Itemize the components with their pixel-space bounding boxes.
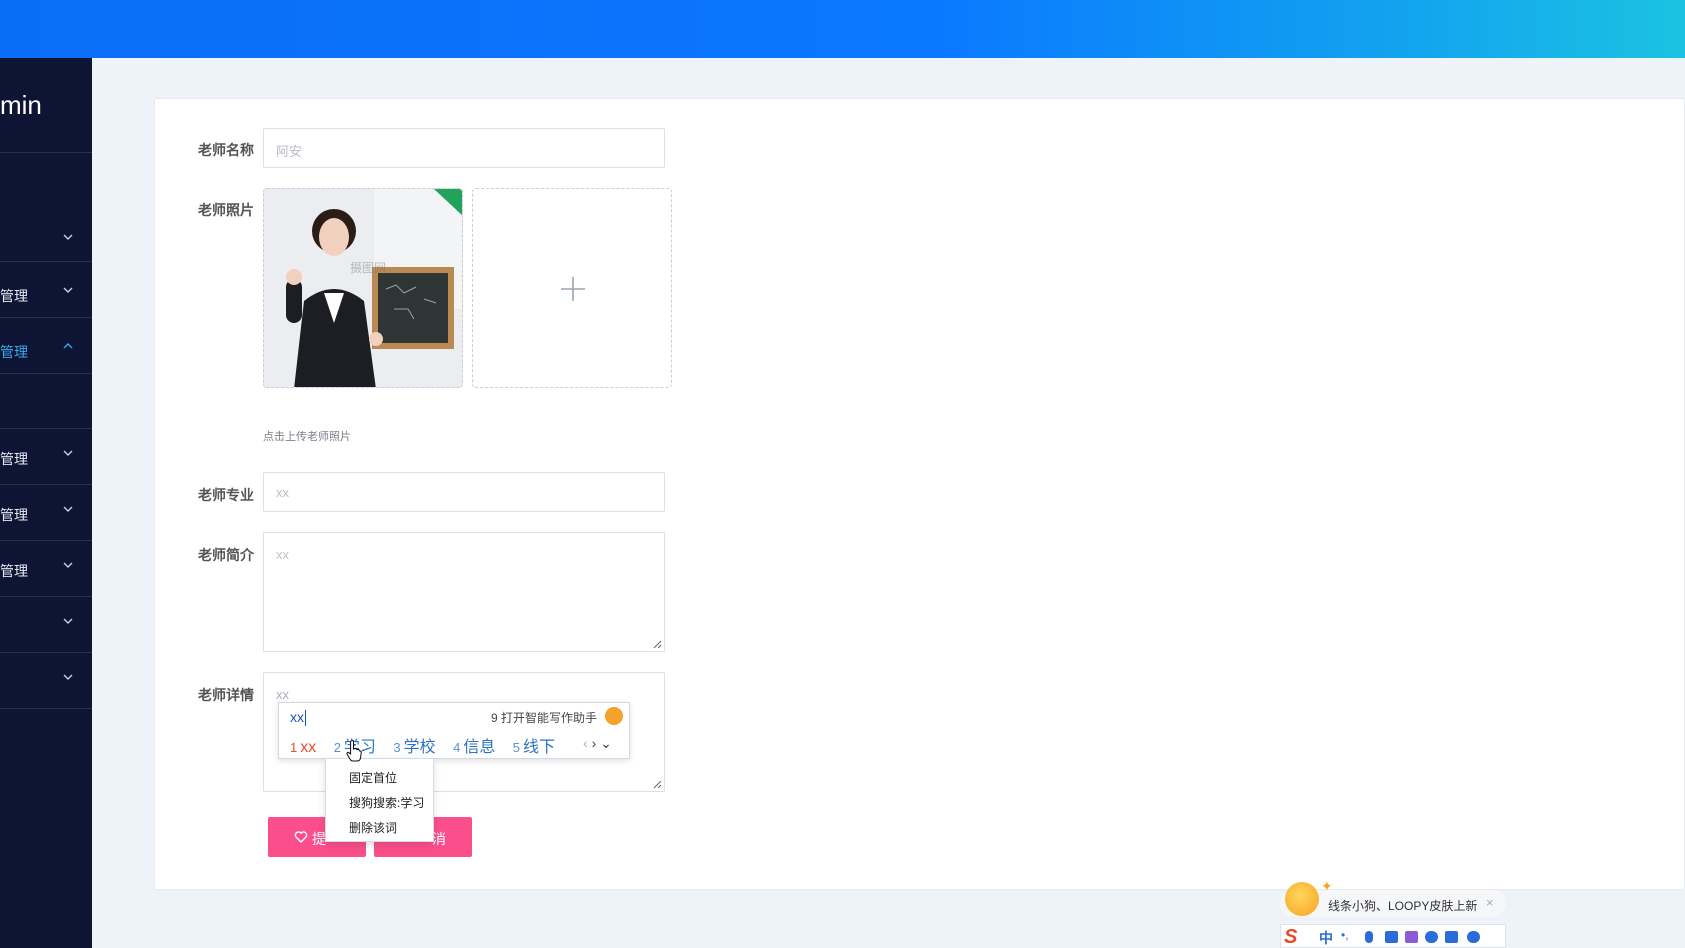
resize-handle-icon[interactable]	[653, 640, 662, 649]
teacher-major-label: 老师专业	[198, 487, 254, 503]
ime-status-bar: S 中 •,	[1280, 924, 1506, 948]
brand-title: min	[0, 90, 42, 120]
sidebar-item-label: 管理	[0, 344, 28, 360]
sidebar-item-1[interactable]	[0, 209, 92, 265]
sidebar-item-8[interactable]	[0, 652, 92, 708]
ime-candidate-number: 4	[453, 740, 461, 755]
teacher-major-placeholder: xx	[276, 485, 289, 500]
plus-icon	[561, 277, 585, 301]
assistant-robot-icon[interactable]	[1425, 931, 1438, 943]
ime-candidate-text: xx	[300, 739, 317, 756]
teacher-intro-label: 老师简介	[198, 547, 254, 563]
chevron-up-icon	[62, 340, 74, 352]
sidebar-item-label: 管理	[0, 563, 28, 579]
teacher-detail-label: 老师详情	[198, 687, 254, 703]
ime-candidate[interactable]: 5 线下	[513, 733, 555, 757]
sidebar-divider	[0, 261, 92, 262]
submit-button-label: 提	[312, 831, 326, 847]
heart-icon	[294, 831, 308, 843]
ime-composition: xx	[290, 709, 304, 725]
teacher-photo-thumbnail[interactable]: 摄图网	[263, 188, 463, 388]
ime-candidate-text: 信息	[463, 739, 496, 756]
ime-candidate-number: 5	[512, 740, 521, 755]
sidebar-item-3[interactable]: 管理	[0, 321, 92, 377]
sidebar-item-7[interactable]	[0, 596, 92, 652]
ime-candidate-number: 2	[333, 740, 341, 755]
teacher-name-label: 老师名称	[198, 142, 254, 158]
toolbox-grid-icon[interactable]	[1445, 931, 1458, 943]
sidebar-item-2[interactable]: 管理	[0, 265, 92, 321]
ime-candidate[interactable]: 1 xx	[290, 739, 316, 757]
ime-candidate-text: 线下	[523, 739, 556, 756]
ime-context-menu: 固定首位 搜狗搜索:学习 删除该词	[325, 758, 434, 842]
ime-caret	[305, 710, 306, 726]
notification-text: 线条小狗、LOOPY皮肤上新	[1328, 899, 1478, 913]
sidebar-item-label: 管理	[0, 507, 28, 523]
chevron-down-icon	[62, 447, 74, 459]
ime-writing-assistant[interactable]: 9 打开智能写作助手	[491, 709, 597, 726]
context-menu-item[interactable]: 搜狗搜索:学习	[349, 794, 424, 811]
ime-candidate-number: 3	[393, 740, 401, 755]
photo-upload-hint: 点击上传老师照片	[263, 431, 351, 443]
ime-language-toggle[interactable]: 中	[1319, 928, 1333, 948]
photo-watermark: 摄图网	[350, 261, 387, 275]
ime-candidate-list: 1 xx 2 学习 3 学校 4 信息 5 线下	[290, 733, 568, 757]
sun-mascot-icon	[1285, 882, 1319, 916]
ime-candidate-window: xx 9 打开智能写作助手 1 xx 2 学习 3 学校 4 信息 5 线下 ‹ › ⌄	[278, 702, 630, 759]
context-menu-item[interactable]: 固定首位	[349, 769, 397, 786]
chevron-down-icon	[62, 671, 74, 683]
sidebar-item-6[interactable]: 管理	[0, 540, 92, 596]
chevron-down-icon	[62, 284, 74, 296]
skin-icon[interactable]	[1405, 931, 1418, 943]
assistant-icon[interactable]	[605, 707, 623, 725]
sidebar-divider	[0, 708, 92, 709]
chevron-down-icon	[62, 503, 74, 515]
chevron-down-icon	[62, 231, 74, 243]
sidebar: min 管理 管理 管理 管理 管理	[0, 58, 92, 948]
ime-candidate[interactable]: 3 学校	[393, 733, 435, 757]
teacher-name-input[interactable]: 阿安	[263, 128, 665, 168]
chevron-down-icon	[62, 615, 74, 627]
close-icon[interactable]: ×	[1486, 895, 1494, 910]
keyboard-icon[interactable]	[1385, 931, 1398, 943]
microphone-icon[interactable]	[1365, 931, 1373, 943]
chevron-right-icon[interactable]: ›	[592, 735, 597, 751]
sidebar-divider	[0, 317, 92, 318]
sidebar-divider	[0, 373, 92, 374]
sidebar-item-5[interactable]: 管理	[0, 484, 92, 540]
sparkle-icon: ✦	[1321, 878, 1333, 894]
chevron-down-icon[interactable]: ⌄	[600, 735, 612, 751]
teacher-photo-label: 老师照片	[198, 202, 254, 218]
teacher-name-placeholder: 阿安	[276, 144, 303, 159]
teacher-detail-value: xx	[276, 687, 289, 702]
sidebar-item-label: 管理	[0, 451, 28, 467]
hand-cursor-icon	[346, 740, 362, 762]
teacher-intro-placeholder: xx	[276, 547, 289, 562]
sidebar-item-4[interactable]: 管理	[0, 428, 92, 484]
sidebar-divider	[0, 152, 92, 153]
cancel-button-label: 消	[432, 831, 446, 847]
teacher-photo-image	[264, 189, 462, 387]
top-header-bar	[0, 0, 1685, 58]
context-menu-item[interactable]: 删除该词	[349, 819, 397, 836]
resize-handle-icon[interactable]	[653, 780, 662, 789]
gear-icon[interactable]	[1467, 931, 1480, 943]
ime-candidate[interactable]: 4 信息	[453, 733, 495, 757]
ime-candidate-text: 学校	[403, 739, 436, 756]
chevron-left-icon[interactable]: ‹	[583, 735, 588, 751]
sogou-logo-icon[interactable]: S	[1284, 926, 1312, 948]
ime-candidate-number: 1	[290, 740, 298, 755]
teacher-major-input[interactable]: xx	[263, 472, 665, 512]
sidebar-item-label: 管理	[0, 288, 28, 304]
chevron-down-icon	[62, 559, 74, 571]
punctuation-icon[interactable]: •,	[1341, 928, 1351, 942]
teacher-intro-textarea[interactable]: xx	[263, 532, 665, 652]
photo-upload-area[interactable]	[472, 188, 672, 388]
ime-page-nav[interactable]: ‹ › ⌄	[583, 735, 612, 752]
